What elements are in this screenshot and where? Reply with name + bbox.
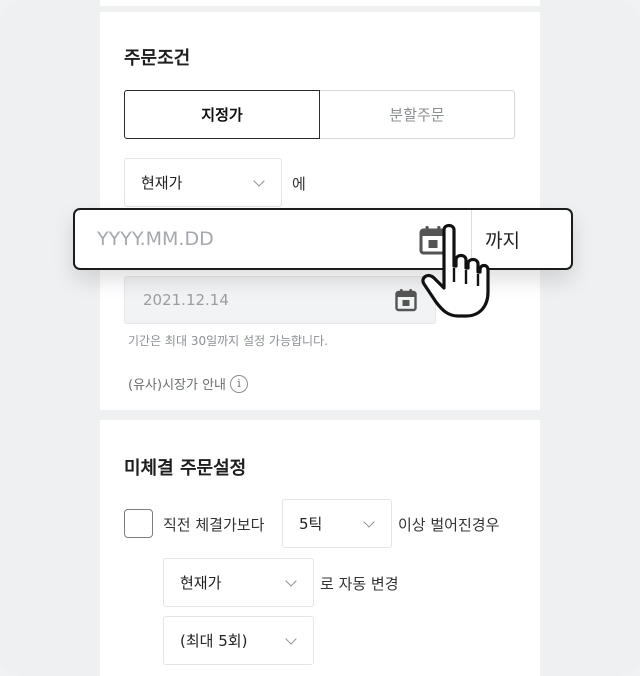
- checkbox-label-prefix: 직전 체결가보다: [163, 516, 265, 534]
- price-basis-value: 현재가: [141, 174, 183, 192]
- app-frame: 주문조건 지정가 분할주문 현재가 에 2021.12.14 기간은 최대 30…: [0, 0, 640, 676]
- info-icon[interactable]: i: [230, 374, 248, 393]
- unfilled-settings-card: 미체결 주문설정 직전 체결가보다 5틱 이상 벌어진경우 현재가 로 자동 변…: [100, 420, 540, 676]
- tick-select-value: 5틱: [299, 515, 323, 533]
- date-field-disabled: 2021.12.14: [124, 276, 436, 324]
- end-date-placeholder: YYYY.MM.DD: [97, 228, 214, 250]
- calendar-icon: [395, 289, 417, 312]
- max-count-select[interactable]: (최대 5회): [163, 616, 314, 665]
- price-basis-select[interactable]: 현재가: [124, 158, 282, 207]
- tab-limit-order[interactable]: 지정가: [124, 90, 320, 139]
- tab-split-order[interactable]: 분할주문: [320, 90, 515, 139]
- chevron-down-icon: [253, 177, 265, 189]
- price-basis-suffix: 에: [292, 175, 306, 193]
- order-conditions-title: 주문조건: [124, 48, 191, 69]
- chevron-down-icon: [285, 635, 297, 647]
- date-disabled-value: 2021.12.14: [143, 291, 229, 309]
- unfilled-settings-title: 미체결 주문설정: [124, 458, 247, 479]
- max-count-value: (최대 5회): [180, 632, 248, 650]
- market-price-info-link[interactable]: (유사)시장가 안내 i: [128, 374, 248, 393]
- period-hint: 기간은 최대 30일까지 설정 가능합니다.: [128, 334, 328, 348]
- chevron-down-icon: [363, 518, 375, 530]
- auto-change-checkbox[interactable]: [124, 509, 153, 538]
- change-suffix: 로 자동 변경: [320, 575, 399, 593]
- date-input-highlight: YYYY.MM.DD 까지: [73, 208, 573, 270]
- chevron-down-icon: [285, 577, 297, 589]
- end-date-input[interactable]: YYYY.MM.DD: [75, 210, 471, 268]
- checkbox-label-suffix: 이상 벌어진경우: [398, 516, 500, 534]
- change-price-value: 현재가: [180, 574, 222, 592]
- top-card-edge: [100, 0, 540, 6]
- market-price-info-label: (유사)시장가 안내: [128, 378, 226, 393]
- change-price-select[interactable]: 현재가: [163, 558, 314, 607]
- tick-select[interactable]: 5틱: [282, 499, 392, 548]
- order-type-tabs: 지정가 분할주문: [124, 90, 515, 139]
- pointer-hand-icon: [421, 223, 490, 318]
